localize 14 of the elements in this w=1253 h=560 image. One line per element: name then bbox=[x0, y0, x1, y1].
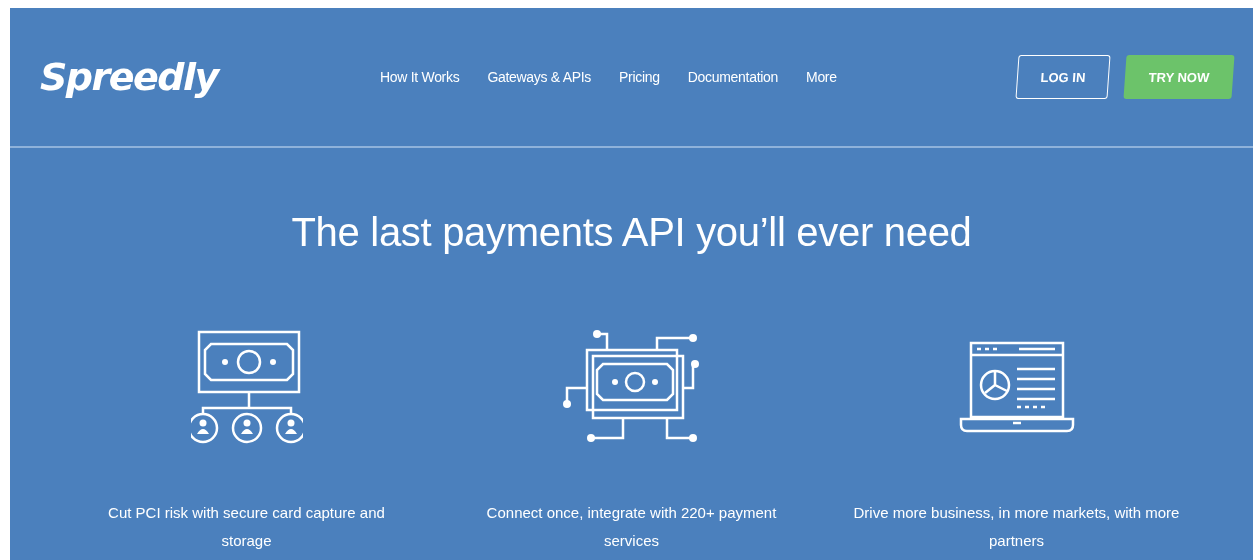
bill-network-icon bbox=[190, 328, 303, 446]
login-button[interactable]: LOG IN bbox=[1015, 55, 1111, 99]
feature-caption: Cut PCI risk with secure card capture and storage bbox=[107, 503, 386, 551]
feature-caption: Drive more business, in more markets, with more partners bbox=[852, 503, 1181, 551]
logo[interactable]: Spreedly bbox=[40, 55, 380, 99]
headline: The last payments API you’ll ever need bbox=[291, 210, 972, 255]
nav-link[interactable]: How It Works bbox=[380, 69, 460, 85]
nav-link[interactable]: Pricing bbox=[619, 69, 660, 85]
nav-link[interactable]: Documentation bbox=[687, 69, 778, 85]
try-now-button[interactable]: TRY NOW bbox=[1123, 55, 1235, 99]
nav-link[interactable]: Gateways & APIs bbox=[487, 69, 592, 85]
feature-caption: Connect once, integrate with 220+ payment services bbox=[485, 503, 778, 551]
nav-link[interactable]: More bbox=[806, 69, 837, 85]
laptop-chart-icon bbox=[958, 339, 1075, 435]
